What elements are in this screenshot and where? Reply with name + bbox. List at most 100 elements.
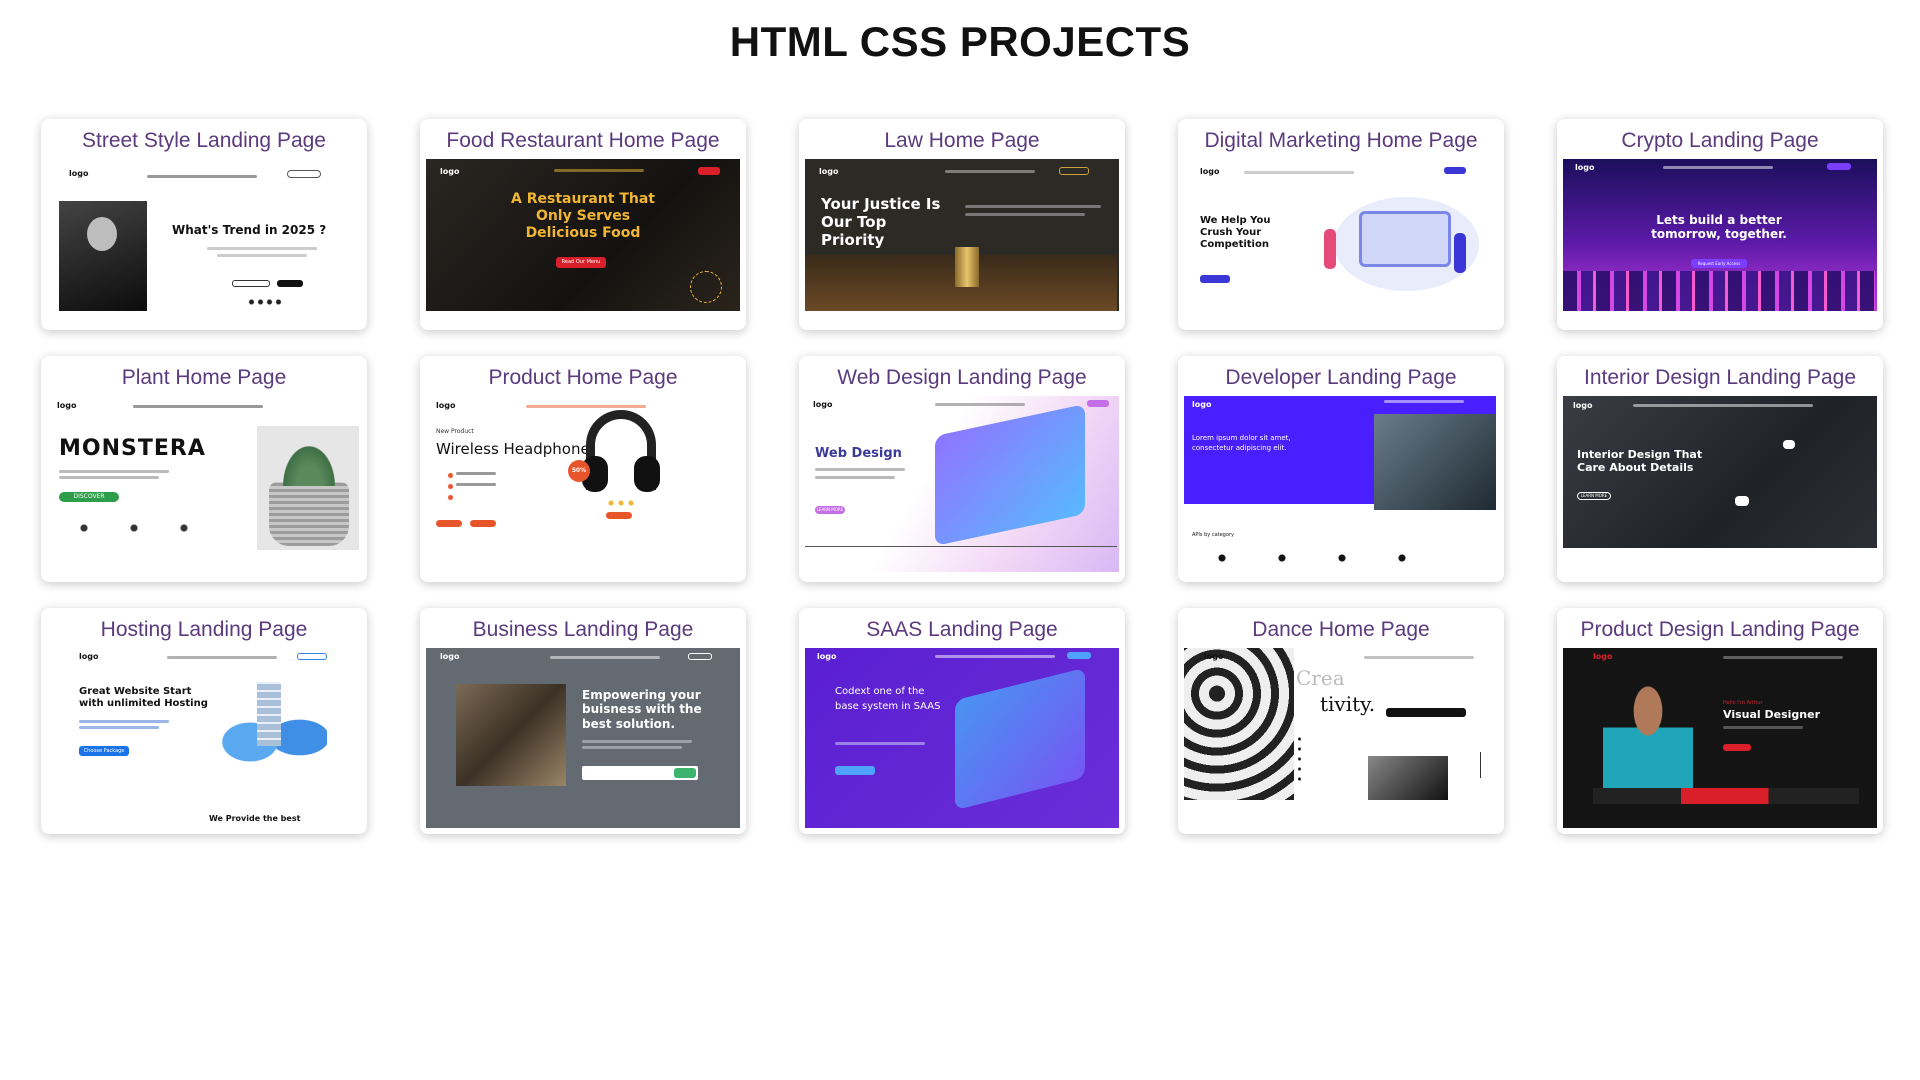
thumb-nav [550,656,660,659]
thumb-submit-button [674,768,696,778]
card-title: Plant Home Page [121,366,287,389]
thumb-headline: Visual Designer [1723,708,1820,721]
thumb-discover-button: DISCOVER [59,492,119,502]
card-title: Developer Landing Page [1225,366,1457,389]
thumb-dance-photo [1368,756,1448,800]
thumb-access-button: Request Early Access [1691,259,1747,268]
thumb-server-rack [257,682,281,746]
thumb-feature-icons [59,522,209,534]
thumb-developer-photo [1374,414,1496,510]
thumb-text [217,254,307,257]
thumb-logo: logo [819,167,839,176]
thumb-nav [945,170,1035,173]
thumb-dark-button [1386,708,1466,717]
thumb-logo: logo [1200,167,1220,176]
thumb-headline: Empowering your buisness with the best s… [582,688,702,731]
thumb-headline: We Help You Crush Your Competition [1200,215,1271,250]
project-card-business[interactable]: Business Landing Page logo Empowering yo… [420,608,746,834]
project-card-interior-design[interactable]: Interior Design Landing Page logo Interi… [1557,356,1883,582]
thumb-nav-button [1067,652,1091,659]
card-title: Web Design Landing Page [837,366,1087,389]
thumb-headline: Wireless Headphone [436,440,590,458]
thumbnail-law: logo Your Justice Is Our Top Priority [805,159,1119,311]
thumb-text [79,726,159,729]
thumb-button-dark [277,280,303,287]
project-card-digital-marketing[interactable]: Digital Marketing Home Page logo We Help… [1178,119,1504,330]
thumb-text [815,476,895,479]
project-card-street-style[interactable]: Street Style Landing Page logo What's Tr… [41,119,367,330]
thumb-nav-button [688,653,712,660]
thumb-person-illustration [1324,229,1336,269]
project-card-hosting[interactable]: Hosting Landing Page logo Great Website … [41,608,367,834]
thumb-text [456,483,496,486]
thumb-text [79,720,169,723]
thumb-social-icons [247,299,283,305]
thumb-cta-button [835,766,875,775]
thumbnail-street-style: logo What's Trend in 2025 ? [47,159,361,311]
thumb-text [456,472,496,475]
thumb-text [207,247,317,250]
thumb-pot [269,482,349,546]
thumb-divider [805,546,1117,547]
project-card-crypto[interactable]: Crypto Landing Page logo Lets build a be… [1557,119,1883,330]
thumb-headline: Interior Design That Care About Details [1577,448,1703,475]
thumb-headline: Your Justice Is Our Top Priority [821,195,941,249]
project-card-law[interactable]: Law Home Page logo Your Justice Is Our T… [799,119,1125,330]
thumb-order-button [470,520,496,527]
thumb-city-skyline [1563,271,1875,311]
thumbnail-digital-marketing: logo We Help You Crush Your Competition [1184,159,1498,311]
thumb-logo: logo [57,401,77,410]
thumb-text [59,476,159,479]
thumb-logo: logo [436,401,456,410]
thumb-monitor-illustration [1359,211,1451,267]
thumb-nav [1723,656,1843,659]
thumb-nav-button [1087,400,1109,407]
thumb-headline-outline: Crea [1296,666,1345,690]
project-card-product[interactable]: Product Home Page logo New Product Wirel… [420,356,746,582]
thumb-gavel [955,247,979,287]
project-card-food-restaurant[interactable]: Food Restaurant Home Page logo A Restaur… [420,119,746,330]
thumb-nav [167,656,277,659]
thumb-logo: logo [440,652,460,661]
thumb-headline: Lets build a better tomorrow, together. [1651,213,1787,242]
thumb-info-badge [1735,496,1749,506]
thumb-headline: Great Website Start with unlimited Hosti… [79,686,208,709]
thumb-headline: Codext one of the base system in SAAS [835,686,941,712]
thumb-nav [1244,171,1354,174]
thumbnail-crypto: logo Lets build a better tomorrow, toget… [1563,159,1877,311]
thumb-nav [554,169,644,172]
thumb-consult-button [1059,167,1089,175]
project-card-product-design[interactable]: Product Design Landing Page logo Hello I… [1557,608,1883,834]
project-card-web-design[interactable]: Web Design Landing Page logo Web Design … [799,356,1125,582]
thumb-nav [1384,400,1464,403]
thumb-cta-button [1723,744,1751,751]
thumb-button-outline [232,280,270,287]
project-card-plant[interactable]: Plant Home Page logo MONSTERA DISCOVER [41,356,367,582]
thumbnail-plant: logo MONSTERA DISCOVER [47,396,361,572]
thumb-nav-button [1444,167,1466,174]
thumb-logo: logo [1573,401,1593,410]
thumbnail-web-design: logo Web Design LEARN MORE [805,396,1119,572]
thumb-nav [935,403,1025,406]
thumb-logo: logo [813,400,833,409]
project-card-saas[interactable]: SAAS Landing Page logo Codext one of the… [799,608,1125,834]
thumb-menu-button: Read Our Menu [556,257,606,268]
thumb-text [582,746,682,749]
thumb-order-button [698,167,720,175]
thumb-portrait-photo [1603,678,1693,788]
thumb-headphone-cup [634,456,660,492]
project-card-dance[interactable]: Dance Home Page logo Crea tivity. [1178,608,1504,834]
thumbnail-developer: logo Lorem ipsum dolor sit amet, consect… [1184,396,1498,572]
thumb-text [59,470,169,473]
thumb-isometric-illustration [935,404,1085,546]
card-title: SAAS Landing Page [866,618,1058,641]
thumb-nav [133,405,263,408]
thumb-logo: logo [1575,163,1595,172]
card-title: Business Landing Page [472,618,694,641]
thumb-nav [935,655,1055,658]
project-card-developer[interactable]: Developer Landing Page logo Lorem ipsum … [1178,356,1504,582]
card-title: Hosting Landing Page [100,618,308,641]
thumb-logo: logo [817,652,837,661]
thumb-text [835,742,925,745]
thumb-bullet-list [448,470,453,502]
